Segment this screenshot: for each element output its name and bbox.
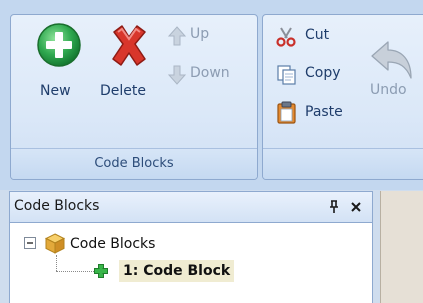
code-blocks-group-label: Code Blocks xyxy=(94,156,174,171)
arrow-down-icon xyxy=(168,65,186,85)
splitter[interactable] xyxy=(373,191,380,303)
add-small-icon xyxy=(94,264,108,278)
undo-icon xyxy=(371,41,412,79)
move-down-label: Down xyxy=(190,65,230,81)
new-button-label: New xyxy=(40,83,71,99)
move-down-button[interactable]: Down xyxy=(168,64,248,86)
copy-button[interactable]: Copy xyxy=(276,64,356,86)
copy-icon xyxy=(277,65,296,85)
add-icon xyxy=(37,23,81,67)
pin-icon[interactable] xyxy=(328,200,340,214)
move-up-button[interactable]: Up xyxy=(168,25,248,47)
scissors-icon xyxy=(276,27,296,47)
tree-child-item[interactable]: 1: Code Block xyxy=(119,260,235,282)
paste-icon xyxy=(277,101,296,124)
clipboard-group-footer xyxy=(263,148,423,179)
tree-connector-vertical xyxy=(56,255,58,271)
cut-label: Cut xyxy=(305,27,330,43)
tree-root-label[interactable]: Code Blocks xyxy=(70,236,155,252)
arrow-up-icon xyxy=(168,26,186,46)
delete-button-label: Delete xyxy=(100,83,146,99)
paste-button[interactable]: Paste xyxy=(276,101,356,124)
code-blocks-group-footer: Code Blocks xyxy=(11,148,257,179)
paste-label: Paste xyxy=(305,104,343,120)
new-button[interactable]: New xyxy=(30,22,90,110)
delete-icon xyxy=(112,25,146,66)
delete-button[interactable]: Delete xyxy=(96,22,160,110)
undo-label: Undo xyxy=(370,82,407,98)
code-blocks-panel: Code Blocks Code Blocks 1: Code Block xyxy=(9,191,373,303)
copy-label: Copy xyxy=(305,65,341,81)
tree-child-label: 1: Code Block xyxy=(123,263,231,279)
move-up-label: Up xyxy=(190,26,210,42)
collapse-icon[interactable] xyxy=(24,237,38,251)
close-panel-icon[interactable] xyxy=(350,201,362,213)
undo-button[interactable]: Undo xyxy=(364,40,420,110)
panel-header: Code Blocks xyxy=(10,192,372,223)
cut-button[interactable]: Cut xyxy=(276,26,346,48)
editor-area xyxy=(380,191,423,303)
tree-connector-horizontal xyxy=(56,271,94,273)
panel-title: Code Blocks xyxy=(14,198,100,214)
folder-cube-icon xyxy=(44,233,66,254)
